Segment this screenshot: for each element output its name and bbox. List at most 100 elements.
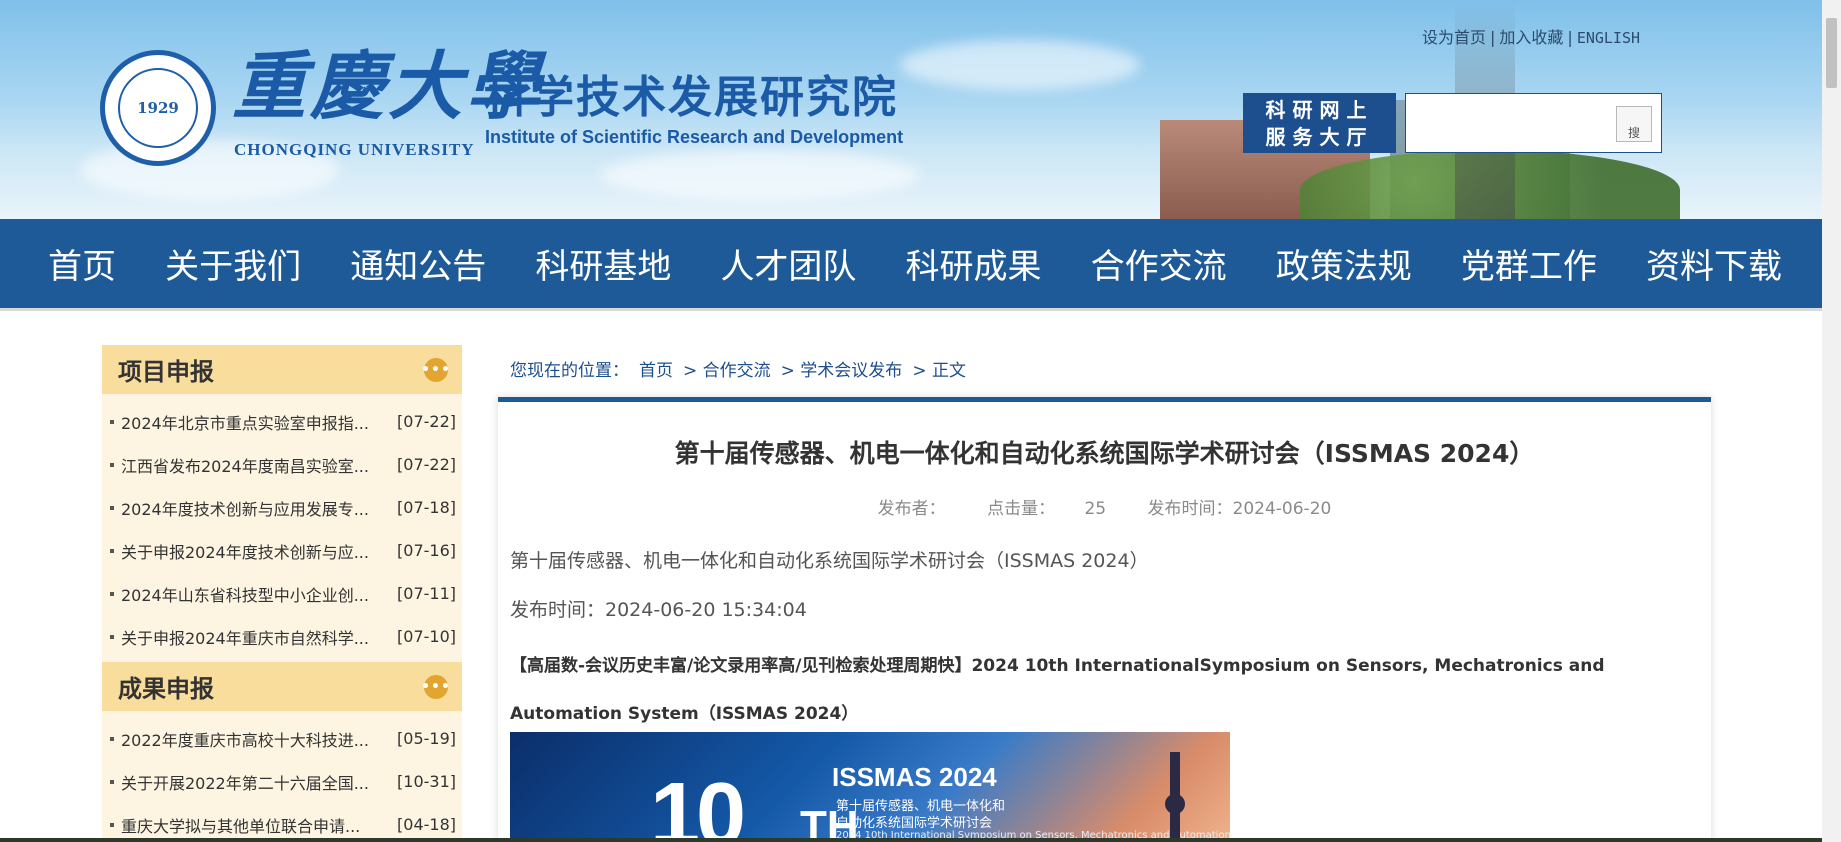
university-name-en: CHONGQING UNIVERSITY xyxy=(234,140,475,159)
publisher-label: 发布者： xyxy=(877,499,946,519)
search-button[interactable]: 搜 xyxy=(1616,106,1652,142)
research-service-hall-button[interactable]: 科研网上 服务大厅 xyxy=(1243,93,1396,153)
breadcrumb-conferences[interactable]: > 学术会议发布 xyxy=(781,361,903,381)
list-item[interactable]: 2024年度技术创新与应用发展专... [07-18] xyxy=(108,486,456,529)
list-item-date: [07-22] xyxy=(397,455,456,474)
separator: | xyxy=(1567,28,1573,47)
banner-subtitle: 自动化系统国际学术研讨会 xyxy=(836,816,993,831)
list-item[interactable]: 重庆大学拟与其他单位联合申请... [04-18] xyxy=(108,803,456,842)
hits-label-text: 点击量： xyxy=(987,499,1056,519)
university-emblem-logo[interactable]: 1929 xyxy=(100,50,216,166)
breadcrumb-current: > 正文 xyxy=(912,361,966,381)
list-item-title: 2024年山东省科技型中小企业创... xyxy=(121,585,369,605)
list-item-title: 2022年度重庆市高校十大科技进... xyxy=(121,730,369,750)
vertical-scrollbar[interactable] xyxy=(1822,0,1841,842)
breadcrumb: 您现在的位置： 首页 > 合作交流 > 学术会议发布 > 正文 xyxy=(510,356,976,381)
more-icon[interactable]: ••• xyxy=(421,674,450,699)
hits-value: 25 xyxy=(1084,499,1107,519)
cloud-decoration xyxy=(600,150,920,200)
list-item-date: [07-11] xyxy=(397,584,456,603)
list-item-date: [07-16] xyxy=(397,541,456,560)
article-paragraph-bold: 【高届数-会议历史丰富/论文录用率高/见刊检索处理周期快】2024 10th I… xyxy=(510,656,1605,724)
bullet-icon xyxy=(110,591,114,596)
hits-label: 点击量： 25 xyxy=(975,499,1118,519)
english-link[interactable]: ENGLISH xyxy=(1577,29,1640,47)
list-item-date: [04-18] xyxy=(397,815,456,834)
service-label-line1: 科研网上 xyxy=(1265,98,1374,122)
site-header: 1929 重慶大學 CHONGQING UNIVERSITY 科学技术发展研究院… xyxy=(0,0,1822,219)
list-item-title: 2024年度技术创新与应用发展专... xyxy=(121,499,369,519)
publish-time: 发布时间：2024-06-20 xyxy=(1147,499,1332,519)
list-item[interactable]: 江西省发布2024年度南昌实验室... [07-22] xyxy=(108,443,456,486)
list-item-title: 关于申报2024年重庆市自然科学... xyxy=(121,628,369,648)
nav-research-bases[interactable]: 科研基地 xyxy=(535,239,671,288)
nav-talent-teams[interactable]: 人才团队 xyxy=(720,239,856,288)
banner-number: 10 xyxy=(650,765,746,842)
bullet-icon xyxy=(110,736,114,741)
emblem-year: 1929 xyxy=(118,68,198,148)
nav-notices[interactable]: 通知公告 xyxy=(350,239,486,288)
bullet-icon xyxy=(110,634,114,639)
main-nav: 首页 关于我们 通知公告 科研基地 人才团队 科研成果 合作交流 政策法规 党群… xyxy=(0,219,1822,311)
institute-name-cn: 科学技术发展研究院 xyxy=(484,72,898,123)
cloud-decoration xyxy=(900,40,1140,90)
tower-illustration xyxy=(1165,794,1185,814)
nav-party-work[interactable]: 党群工作 xyxy=(1461,239,1597,288)
section-title-project-application: 项目申报 xyxy=(118,358,214,386)
nav-downloads[interactable]: 资料下载 xyxy=(1646,239,1782,288)
list-item[interactable]: 2024年北京市重点实验室申报指... [07-22] xyxy=(108,400,456,443)
breadcrumb-prefix: 您现在的位置： xyxy=(510,361,629,381)
achievement-application-list: 2022年度重庆市高校十大科技进... [05-19] 关于开展2022年第二十六… xyxy=(102,711,462,842)
nav-about[interactable]: 关于我们 xyxy=(165,239,301,288)
list-item[interactable]: 关于申报2024年重庆市自然科学... [07-10] xyxy=(108,615,456,658)
nav-policies[interactable]: 政策法规 xyxy=(1276,239,1412,288)
list-item-date: [07-22] xyxy=(397,412,456,431)
list-item[interactable]: 关于申报2024年度技术创新与应... [07-16] xyxy=(108,529,456,572)
sidebar-section-header: 项目申报 ••• xyxy=(102,345,462,394)
section-title-achievement-application: 成果申报 xyxy=(118,675,214,703)
list-item-title: 江西省发布2024年度南昌实验室... xyxy=(121,456,369,476)
nav-cooperation[interactable]: 合作交流 xyxy=(1091,239,1227,288)
bullet-icon xyxy=(110,822,114,827)
list-item-title: 关于申报2024年度技术创新与应... xyxy=(121,542,369,562)
breadcrumb-cooperation[interactable]: > 合作交流 xyxy=(683,361,771,381)
top-links: 设为首页 | 加入收藏 | ENGLISH xyxy=(1422,24,1640,48)
list-item-title: 2024年北京市重点实验室申报指... xyxy=(121,413,369,433)
article-meta: 发布者： 点击量： 25 发布时间：2024-06-20 xyxy=(498,494,1711,519)
separator: | xyxy=(1490,28,1496,47)
breadcrumb-home[interactable]: 首页 xyxy=(639,361,673,381)
bullet-icon xyxy=(110,419,114,424)
bullet-icon xyxy=(110,505,114,510)
scrollbar-thumb[interactable] xyxy=(1826,18,1837,88)
nav-home[interactable]: 首页 xyxy=(48,239,116,288)
article-panel: 第十届传感器、机电一体化和自动化系统国际学术研讨会（ISSMAS 2024） 发… xyxy=(498,397,1711,842)
bullet-icon xyxy=(110,779,114,784)
more-icon[interactable]: ••• xyxy=(421,357,450,382)
bottom-edge xyxy=(0,838,1822,842)
set-homepage-link[interactable]: 设为首页 xyxy=(1422,28,1486,47)
list-item[interactable]: 2022年度重庆市高校十大科技进... [05-19] xyxy=(108,717,456,760)
bullet-icon xyxy=(110,462,114,467)
list-item-title: 关于开展2022年第二十六届全国... xyxy=(121,773,369,793)
nav-research-results[interactable]: 科研成果 xyxy=(906,239,1042,288)
broken-image-icon: 搜 xyxy=(1627,126,1640,140)
list-item-date: [10-31] xyxy=(397,772,456,791)
list-item-date: [05-19] xyxy=(397,729,456,748)
list-item[interactable]: 关于开展2022年第二十六届全国... [10-31] xyxy=(108,760,456,803)
list-item-date: [07-18] xyxy=(397,498,456,517)
search-input[interactable] xyxy=(1414,106,1604,140)
article-title: 第十届传感器、机电一体化和自动化系统国际学术研讨会（ISSMAS 2024） xyxy=(674,439,1535,468)
banner-title: ISSMAS 2024 xyxy=(832,762,997,792)
article-paragraph: 发布时间：2024-06-20 15:34:04 xyxy=(510,599,807,621)
institute-name-en: Institute of Scientific Research and Dev… xyxy=(485,127,904,147)
list-item-date: [07-10] xyxy=(397,627,456,646)
list-item[interactable]: 2024年山东省科技型中小企业创... [07-11] xyxy=(108,572,456,615)
conference-banner-image: 10 TH ISSMAS 2024 第十届传感器、机电一体化和 自动化系统国际学… xyxy=(510,732,1230,842)
bullet-icon xyxy=(110,548,114,553)
sidebar: 项目申报 ••• 2024年北京市重点实验室申报指... [07-22] 江西省发… xyxy=(102,345,462,842)
search-box: 搜 xyxy=(1405,93,1662,153)
add-favorite-link[interactable]: 加入收藏 xyxy=(1499,28,1563,47)
article-paragraph: 第十届传感器、机电一体化和自动化系统国际学术研讨会（ISSMAS 2024） xyxy=(510,550,1149,572)
project-application-list: 2024年北京市重点实验室申报指... [07-22] 江西省发布2024年度南昌… xyxy=(102,394,462,662)
service-label-line2: 服务大厅 xyxy=(1265,125,1374,149)
